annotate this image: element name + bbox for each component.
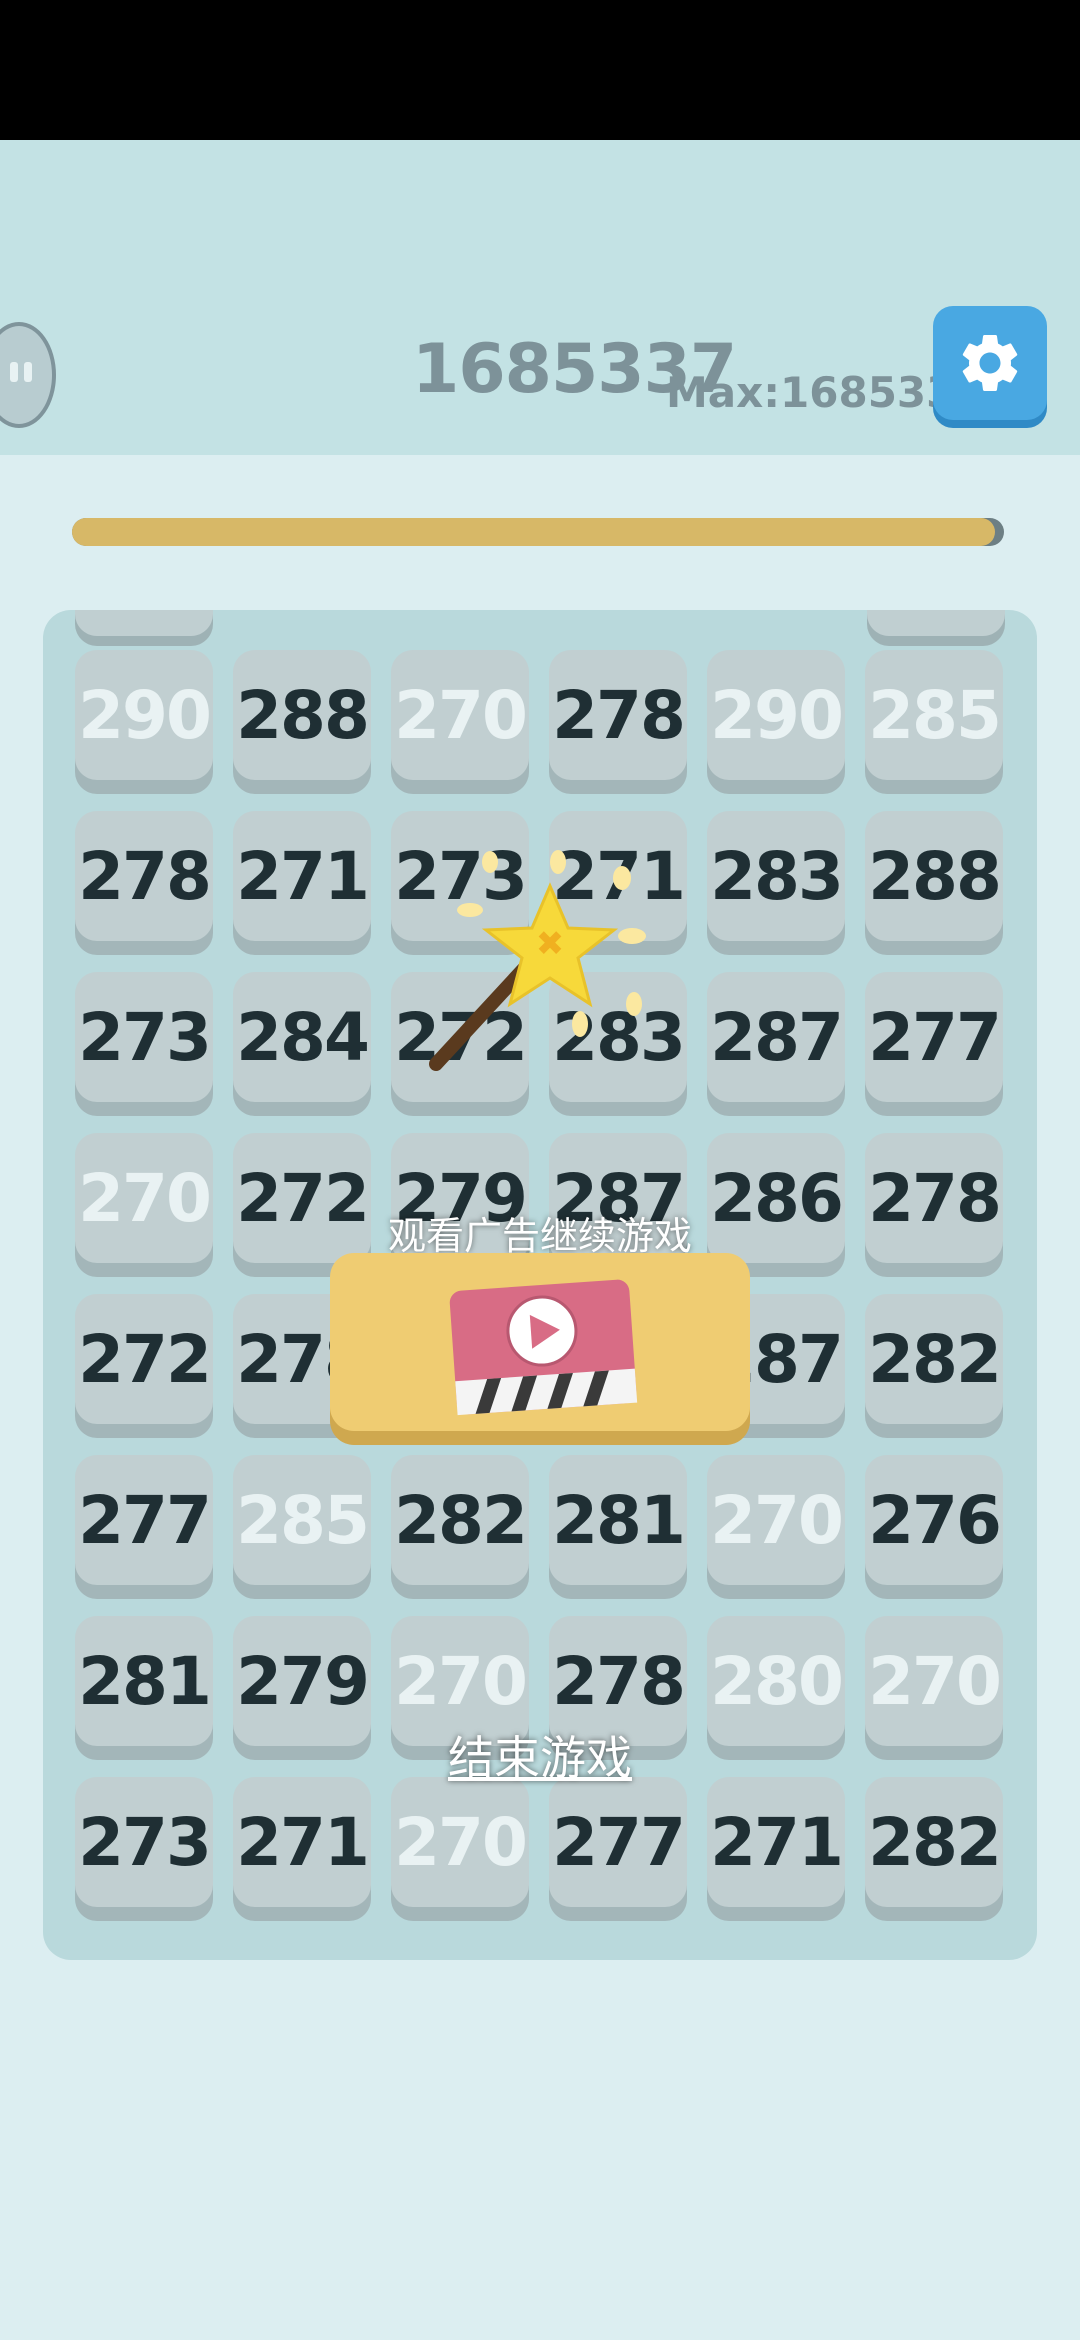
status-bar — [0, 0, 1080, 140]
number-tile[interactable]: 273 — [75, 1777, 213, 1907]
tile-peek — [867, 610, 1005, 636]
number-tile[interactable]: 283 — [707, 811, 845, 941]
number-tile[interactable]: 287 — [707, 972, 845, 1102]
number-tile[interactable]: 285 — [865, 650, 1003, 780]
pause-icon — [10, 362, 18, 382]
number-tile[interactable]: 278 — [549, 650, 687, 780]
watch-ad-button[interactable] — [330, 1253, 750, 1431]
svg-text:✖: ✖ — [536, 924, 565, 964]
number-tile[interactable]: 281 — [549, 1455, 687, 1585]
number-tile[interactable]: 282 — [865, 1777, 1003, 1907]
number-tile[interactable]: 277 — [549, 1777, 687, 1907]
number-tile[interactable]: 277 — [75, 1455, 213, 1585]
progress-bar — [72, 518, 1004, 546]
number-tile[interactable]: 271 — [707, 1777, 845, 1907]
number-tile[interactable]: 271 — [233, 1777, 371, 1907]
number-tile[interactable]: 290 — [707, 650, 845, 780]
ad-caption: 观看广告继续游戏 — [387, 1214, 692, 1258]
number-tile[interactable]: 285 — [233, 1455, 371, 1585]
number-tile[interactable]: 288 — [233, 650, 371, 780]
number-tile[interactable]: 284 — [233, 972, 371, 1102]
number-tile[interactable]: 290 — [75, 650, 213, 780]
number-tile[interactable]: 278 — [75, 811, 213, 941]
number-tile[interactable]: 288 — [865, 811, 1003, 941]
number-tile[interactable]: 282 — [865, 1294, 1003, 1424]
pause-icon-bar — [24, 362, 32, 382]
number-tile[interactable]: 270 — [391, 1777, 529, 1907]
number-tile[interactable]: 282 — [391, 1455, 529, 1585]
video-play-icon — [449, 1279, 638, 1416]
gear-icon — [962, 335, 1018, 391]
tile-peek — [75, 610, 213, 636]
number-tile[interactable]: 272 — [75, 1294, 213, 1424]
settings-button[interactable] — [933, 306, 1047, 420]
number-tile[interactable]: 271 — [233, 811, 371, 941]
number-tile[interactable]: 270 — [707, 1455, 845, 1585]
number-tile[interactable]: 270 — [391, 650, 529, 780]
magic-wand-icon[interactable]: ✖ — [420, 840, 660, 1080]
number-tile[interactable]: 273 — [75, 972, 213, 1102]
progress-fill — [72, 518, 995, 546]
number-tile[interactable]: 276 — [865, 1455, 1003, 1585]
number-tile[interactable]: 277 — [865, 972, 1003, 1102]
end-game-link[interactable]: 结束游戏 — [0, 1722, 1080, 1788]
